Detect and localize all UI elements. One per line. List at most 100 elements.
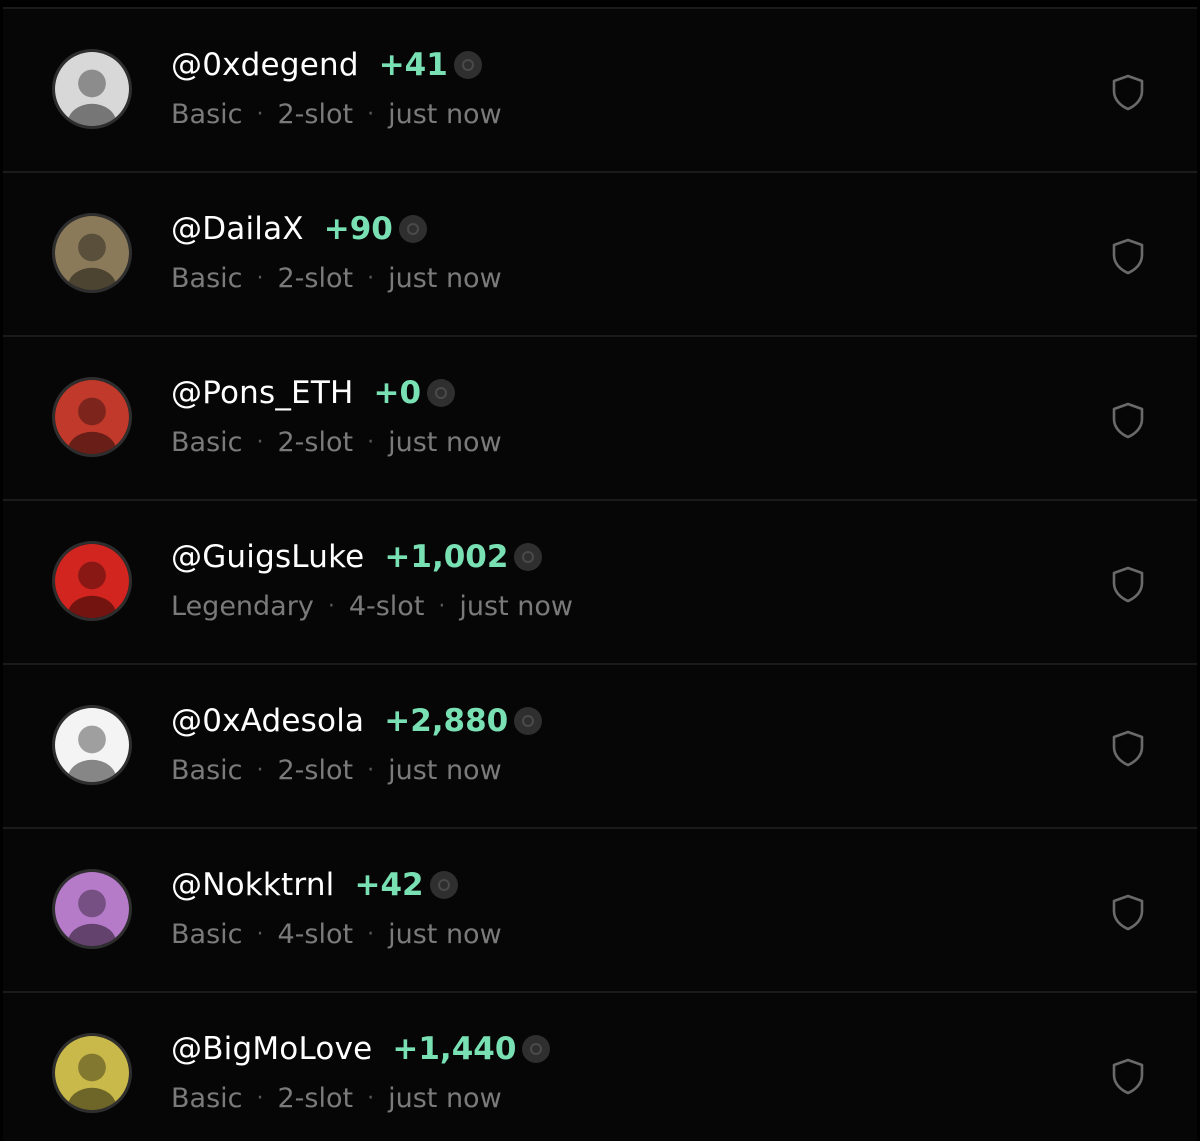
tier-label: Basic xyxy=(171,919,243,950)
slot-label: 2-slot xyxy=(277,755,354,786)
timestamp: just now xyxy=(388,919,502,950)
tier-label: Basic xyxy=(171,427,243,458)
avatar-image xyxy=(55,708,129,782)
list-item[interactable]: @Nokktrnl +42 Basic · 4-slot · just now xyxy=(3,829,1197,993)
slot-label: 2-slot xyxy=(277,99,354,130)
avatar-image xyxy=(55,872,129,946)
user-handle[interactable]: @0xdegend xyxy=(171,47,359,83)
shield-button[interactable] xyxy=(1108,236,1148,276)
timestamp: just now xyxy=(388,427,502,458)
avatar[interactable] xyxy=(52,1033,132,1113)
avatar[interactable] xyxy=(52,377,132,457)
list-item[interactable]: @DailaX +90 Basic · 2-slot · just now xyxy=(3,173,1197,337)
shield-button[interactable] xyxy=(1108,1056,1148,1096)
avatar-image xyxy=(55,1036,129,1110)
timestamp: just now xyxy=(459,591,573,622)
dot-separator: · xyxy=(367,266,375,291)
timestamp: just now xyxy=(388,99,502,130)
shield-icon xyxy=(1112,894,1144,931)
shield-icon xyxy=(1112,74,1144,111)
slot-label: 2-slot xyxy=(277,263,354,294)
timestamp: just now xyxy=(388,755,502,786)
shield-icon xyxy=(1112,238,1144,275)
list-item[interactable]: @Pons_ETH +0 Basic · 2-slot · just now xyxy=(3,337,1197,501)
avatar[interactable] xyxy=(52,213,132,293)
user-handle[interactable]: @BigMoLove xyxy=(171,1031,372,1067)
user-handle[interactable]: @GuigsLuke xyxy=(171,539,364,575)
entry-meta: Legendary · 4-slot · just now xyxy=(171,591,573,622)
coin-icon xyxy=(514,543,543,571)
entry-meta: Basic · 2-slot · just now xyxy=(171,755,502,786)
shield-button[interactable] xyxy=(1108,892,1148,932)
avatar[interactable] xyxy=(52,49,132,129)
dot-separator: · xyxy=(367,922,375,947)
avatar-image xyxy=(55,216,129,290)
timestamp: just now xyxy=(388,263,502,294)
slot-label: 2-slot xyxy=(277,427,354,458)
avatar[interactable] xyxy=(52,869,132,949)
points-value: +42 xyxy=(354,867,424,903)
list-item[interactable]: @0xdegend +41 Basic · 2-slot · just now xyxy=(3,9,1197,173)
tier-label: Legendary xyxy=(171,591,314,622)
points-value: +0 xyxy=(373,375,422,411)
coin-icon xyxy=(453,51,482,79)
entry-header: @0xdegend +41 xyxy=(171,47,482,83)
coin-icon xyxy=(522,1035,551,1063)
dot-separator: · xyxy=(256,266,264,291)
dot-separator: · xyxy=(367,1086,375,1111)
activity-feed: @0xdegend +41 Basic · 2-slot · just now xyxy=(0,0,1200,1141)
entry-meta: Basic · 2-slot · just now xyxy=(171,427,502,458)
list-item[interactable]: @GuigsLuke +1,002 Legendary · 4-slot · j… xyxy=(3,501,1197,665)
shield-button[interactable] xyxy=(1108,564,1148,604)
points-value: +1,002 xyxy=(384,539,509,575)
dot-separator: · xyxy=(256,102,264,127)
tier-label: Basic xyxy=(171,755,243,786)
entry-meta: Basic · 2-slot · just now xyxy=(171,99,502,130)
dot-separator: · xyxy=(438,594,446,619)
tier-label: Basic xyxy=(171,99,243,130)
dot-separator: · xyxy=(367,430,375,455)
shield-button[interactable] xyxy=(1108,728,1148,768)
list-item[interactable]: @0xAdesola +2,880 Basic · 2-slot · just … xyxy=(3,665,1197,829)
avatar[interactable] xyxy=(52,541,132,621)
user-handle[interactable]: @0xAdesola xyxy=(171,703,364,739)
user-handle[interactable]: @Nokktrnl xyxy=(171,867,334,903)
entry-header: @Nokktrnl +42 xyxy=(171,867,458,903)
coin-icon xyxy=(427,379,456,407)
shield-button[interactable] xyxy=(1108,72,1148,112)
feed-list: @0xdegend +41 Basic · 2-slot · just now xyxy=(0,9,1200,1141)
entry-meta: Basic · 4-slot · just now xyxy=(171,919,502,950)
avatar-image xyxy=(55,380,129,454)
points-value: +2,880 xyxy=(384,703,509,739)
entry-header: @BigMoLove +1,440 xyxy=(171,1031,551,1067)
list-item[interactable]: @BigMoLove +1,440 Basic · 2-slot · just … xyxy=(3,993,1197,1141)
points-value: +90 xyxy=(323,211,393,247)
tier-label: Basic xyxy=(171,1083,243,1114)
slot-label: 4-slot xyxy=(348,591,425,622)
dot-separator: · xyxy=(256,1086,264,1111)
shield-icon xyxy=(1112,402,1144,439)
dot-separator: · xyxy=(256,758,264,783)
shield-button[interactable] xyxy=(1108,400,1148,440)
dot-separator: · xyxy=(256,922,264,947)
coin-icon xyxy=(398,215,427,243)
avatar-image xyxy=(55,544,129,618)
dot-separator: · xyxy=(367,758,375,783)
coin-icon xyxy=(429,871,458,899)
points-value: +1,440 xyxy=(392,1031,517,1067)
timestamp: just now xyxy=(388,1083,502,1114)
entry-header: @DailaX +90 xyxy=(171,211,427,247)
coin-icon xyxy=(514,707,543,735)
dot-separator: · xyxy=(327,594,335,619)
user-handle[interactable]: @Pons_ETH xyxy=(171,375,354,411)
slot-label: 4-slot xyxy=(277,919,354,950)
slot-label: 2-slot xyxy=(277,1083,354,1114)
tier-label: Basic xyxy=(171,263,243,294)
avatar[interactable] xyxy=(52,705,132,785)
entry-header: @Pons_ETH +0 xyxy=(171,375,456,411)
entry-meta: Basic · 2-slot · just now xyxy=(171,1083,502,1114)
entry-header: @GuigsLuke +1,002 xyxy=(171,539,543,575)
dot-separator: · xyxy=(256,430,264,455)
user-handle[interactable]: @DailaX xyxy=(171,211,304,247)
avatar-image xyxy=(55,52,129,126)
